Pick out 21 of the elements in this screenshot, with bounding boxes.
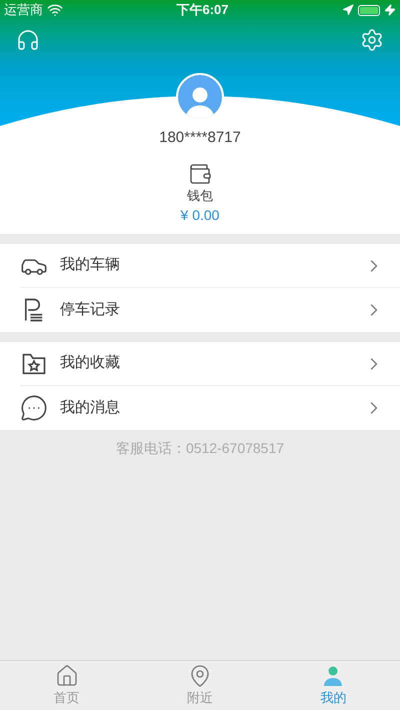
menu-item[interactable]: 我的车辆 [20, 244, 400, 288]
status-time: 下午6:07 [176, 1, 229, 20]
customer-service-button[interactable] [16, 28, 40, 52]
menu-item[interactable]: 停车记录 [20, 288, 400, 332]
chat-bubble-icon [20, 394, 48, 422]
service-phone: 客服电话：0512-67078517 [116, 439, 284, 458]
carrier-label: 运营商 [4, 1, 43, 20]
menu-item[interactable]: 我的消息 [20, 386, 400, 430]
battery-icon [358, 4, 380, 16]
charging-icon [384, 4, 396, 16]
home-icon [54, 664, 79, 688]
settings-button[interactable] [360, 28, 384, 52]
location-arrow-icon [342, 4, 354, 16]
headset-icon [16, 28, 40, 52]
wallet-icon[interactable] [188, 162, 212, 186]
wifi-icon [47, 2, 63, 18]
wallet-label: 钱包 [187, 186, 213, 204]
menu-item[interactable]: 我的收藏 [20, 342, 400, 386]
settings-icon [360, 28, 384, 52]
wallet-balance: ¥ 0.00 [180, 206, 220, 225]
phone-number: 180****8717 [159, 128, 241, 148]
